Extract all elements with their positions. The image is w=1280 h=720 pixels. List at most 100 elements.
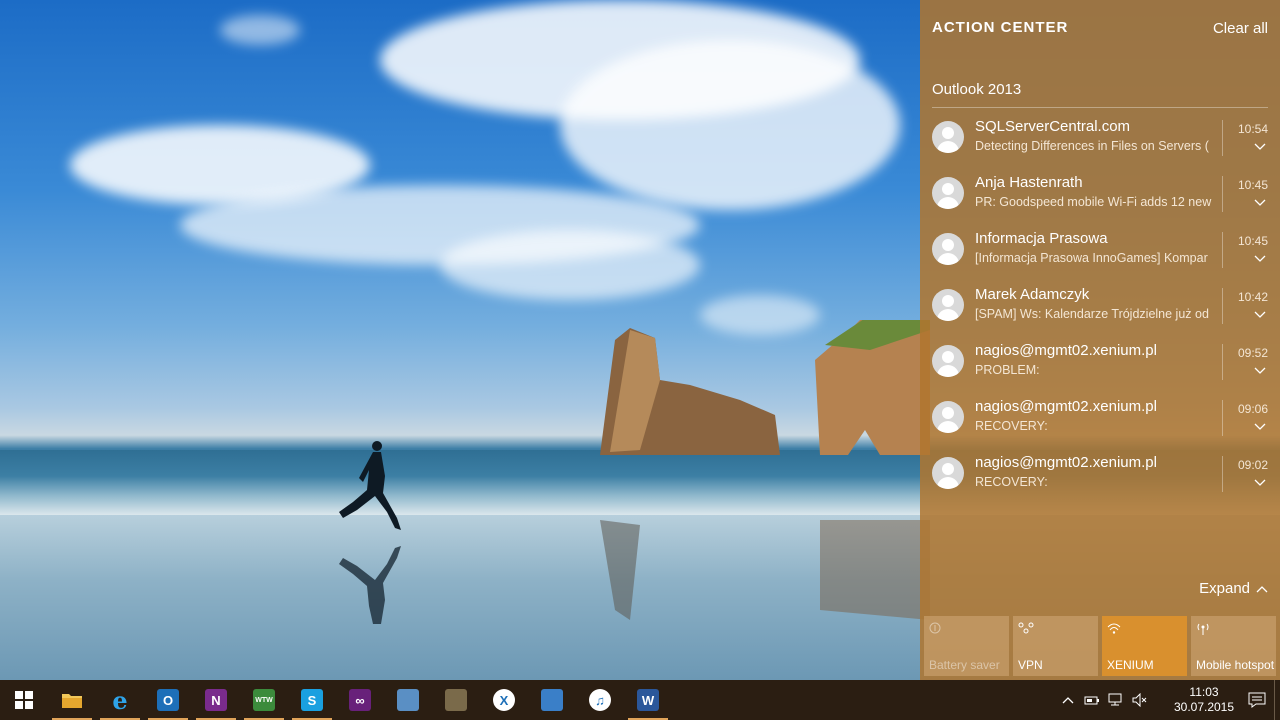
taskbar-wtw[interactable]: WTW [240, 680, 288, 720]
notification-time: 09:06 [1237, 402, 1268, 416]
input-indicator-icon[interactable] [1152, 680, 1168, 720]
clear-all-button[interactable]: Clear all [1213, 20, 1268, 37]
volume-muted-icon[interactable] [1128, 680, 1152, 720]
wtw-icon: WTW [253, 689, 275, 711]
taskbar-word[interactable]: W [624, 680, 672, 720]
word-icon: W [637, 689, 659, 711]
notification-group-title[interactable]: Outlook 2013 [932, 81, 1021, 98]
notification-item[interactable]: nagios@mgmt02.xenium.pl PROBLEM: 09:52 [920, 342, 1280, 398]
remote-tool-icon [397, 689, 419, 711]
vpn-icon [1018, 622, 1034, 636]
taskbar-onenote[interactable]: N [192, 680, 240, 720]
chevron-down-icon[interactable] [1254, 478, 1266, 488]
chevron-down-icon[interactable] [1254, 198, 1266, 208]
notification-time: 10:54 [1237, 122, 1268, 136]
outlook-icon: O [157, 689, 179, 711]
clock-time: 11:03 [1189, 685, 1219, 699]
notification-divider [1222, 120, 1223, 156]
action-center-icon [1248, 692, 1266, 708]
taskbar-network[interactable] [528, 680, 576, 720]
show-desktop-button[interactable] [1274, 680, 1280, 720]
avatar-icon [932, 345, 964, 377]
chevron-up-icon [1256, 585, 1268, 592]
quick-action-xenium[interactable]: XENIUM [1102, 616, 1187, 676]
power-icon[interactable] [1080, 680, 1104, 720]
notification-item[interactable]: nagios@mgmt02.xenium.pl RECOVERY: 09:02 [920, 454, 1280, 510]
toolbox-icon [445, 689, 467, 711]
notification-item[interactable]: Marek Adamczyk [SPAM] Ws: Kalendarze Tró… [920, 286, 1280, 342]
quick-actions: Battery saver VPN XENIUM Mobile hotspot [924, 616, 1276, 676]
notification-sender: nagios@mgmt02.xenium.pl [975, 454, 1157, 471]
notification-time: 10:42 [1237, 290, 1268, 304]
quick-action-battery-saver[interactable]: Battery saver [924, 616, 1009, 676]
notification-divider [1222, 400, 1223, 436]
taskbar-xmanager[interactable]: X [480, 680, 528, 720]
notification-divider [1222, 288, 1223, 324]
runner-silhouette [339, 441, 401, 624]
taskbar-start[interactable] [0, 680, 48, 720]
cloud [560, 40, 900, 210]
notification-item[interactable]: SQLServerCentral.com Detecting Differenc… [920, 118, 1280, 174]
clock-date: 30.07.2015 [1173, 700, 1235, 714]
notification-divider [1222, 344, 1223, 380]
onenote-icon: N [205, 689, 227, 711]
expand-label: Expand [1199, 580, 1250, 597]
notification-divider [1222, 176, 1223, 212]
folder-icon [62, 694, 82, 708]
avatar-icon [932, 121, 964, 153]
notification-divider [1222, 456, 1223, 492]
action-center-title: ACTION CENTER [932, 19, 1069, 36]
notification-time: 10:45 [1237, 234, 1268, 248]
avatar-icon [932, 233, 964, 265]
xmanager-icon: X [493, 689, 515, 711]
taskbar-file-explorer[interactable] [48, 680, 96, 720]
notification-item[interactable]: nagios@mgmt02.xenium.pl RECOVERY: 09:06 [920, 398, 1280, 454]
group-divider [932, 107, 1268, 108]
show-hidden-icons-chevron-icon[interactable] [1056, 680, 1080, 720]
quick-action-label: Battery saver [929, 658, 1000, 672]
windows-logo-icon [15, 691, 33, 709]
network-icon [541, 689, 563, 711]
chevron-down-icon[interactable] [1254, 310, 1266, 320]
quick-action-label: XENIUM [1107, 658, 1154, 672]
network-tray-icon[interactable] [1104, 680, 1128, 720]
notification-sender: Informacja Prasowa [975, 230, 1108, 247]
notification-preview: Detecting Differences in Files on Server… [975, 139, 1209, 153]
taskbar-remote-tool[interactable] [384, 680, 432, 720]
notification-sender: Marek Adamczyk [975, 286, 1090, 303]
rock-formations [600, 320, 930, 620]
action-center-button[interactable] [1240, 680, 1274, 720]
avatar-icon [932, 457, 964, 489]
chevron-down-icon[interactable] [1254, 366, 1266, 376]
skype-icon: S [301, 689, 323, 711]
avatar-icon [932, 401, 964, 433]
notification-divider [1222, 232, 1223, 268]
taskbar-itunes[interactable]: ♫ [576, 680, 624, 720]
taskbar-outlook[interactable]: O [144, 680, 192, 720]
chevron-down-icon[interactable] [1254, 254, 1266, 264]
chevron-down-icon[interactable] [1254, 422, 1266, 432]
taskbar-toolbox[interactable] [432, 680, 480, 720]
taskbar-skype[interactable]: S [288, 680, 336, 720]
notification-sender: nagios@mgmt02.xenium.pl [975, 342, 1157, 359]
quick-action-vpn[interactable]: VPN [1013, 616, 1098, 676]
itunes-icon: ♫ [589, 689, 611, 711]
cloud [220, 15, 300, 45]
quick-action-label: Mobile hotspot [1196, 658, 1275, 672]
ie-icon: e [112, 685, 128, 715]
notification-sender: Anja Hastenrath [975, 174, 1083, 191]
notification-sender: SQLServerCentral.com [975, 118, 1131, 135]
notification-item[interactable]: Informacja Prasowa [Informacja Prasowa I… [920, 230, 1280, 286]
clock[interactable]: 11:03 30.07.2015 [1168, 685, 1240, 715]
notification-preview: [SPAM] Ws: Kalendarze Trójdzielne już od [975, 307, 1209, 321]
notification-preview: RECOVERY: [975, 475, 1048, 489]
taskbar-visual-studio[interactable]: ∞ [336, 680, 384, 720]
taskbar-internet-explorer[interactable]: e [96, 680, 144, 720]
expand-button[interactable]: Expand [1199, 580, 1268, 597]
notification-preview: RECOVERY: [975, 419, 1048, 433]
notification-preview: PROBLEM: [975, 363, 1040, 377]
mobile-hotspot-icon [1196, 622, 1210, 638]
notification-item[interactable]: Anja Hastenrath PR: Goodspeed mobile Wi-… [920, 174, 1280, 230]
quick-action-mobile-hotspot[interactable]: Mobile hotspot [1191, 616, 1276, 676]
chevron-down-icon[interactable] [1254, 142, 1266, 152]
